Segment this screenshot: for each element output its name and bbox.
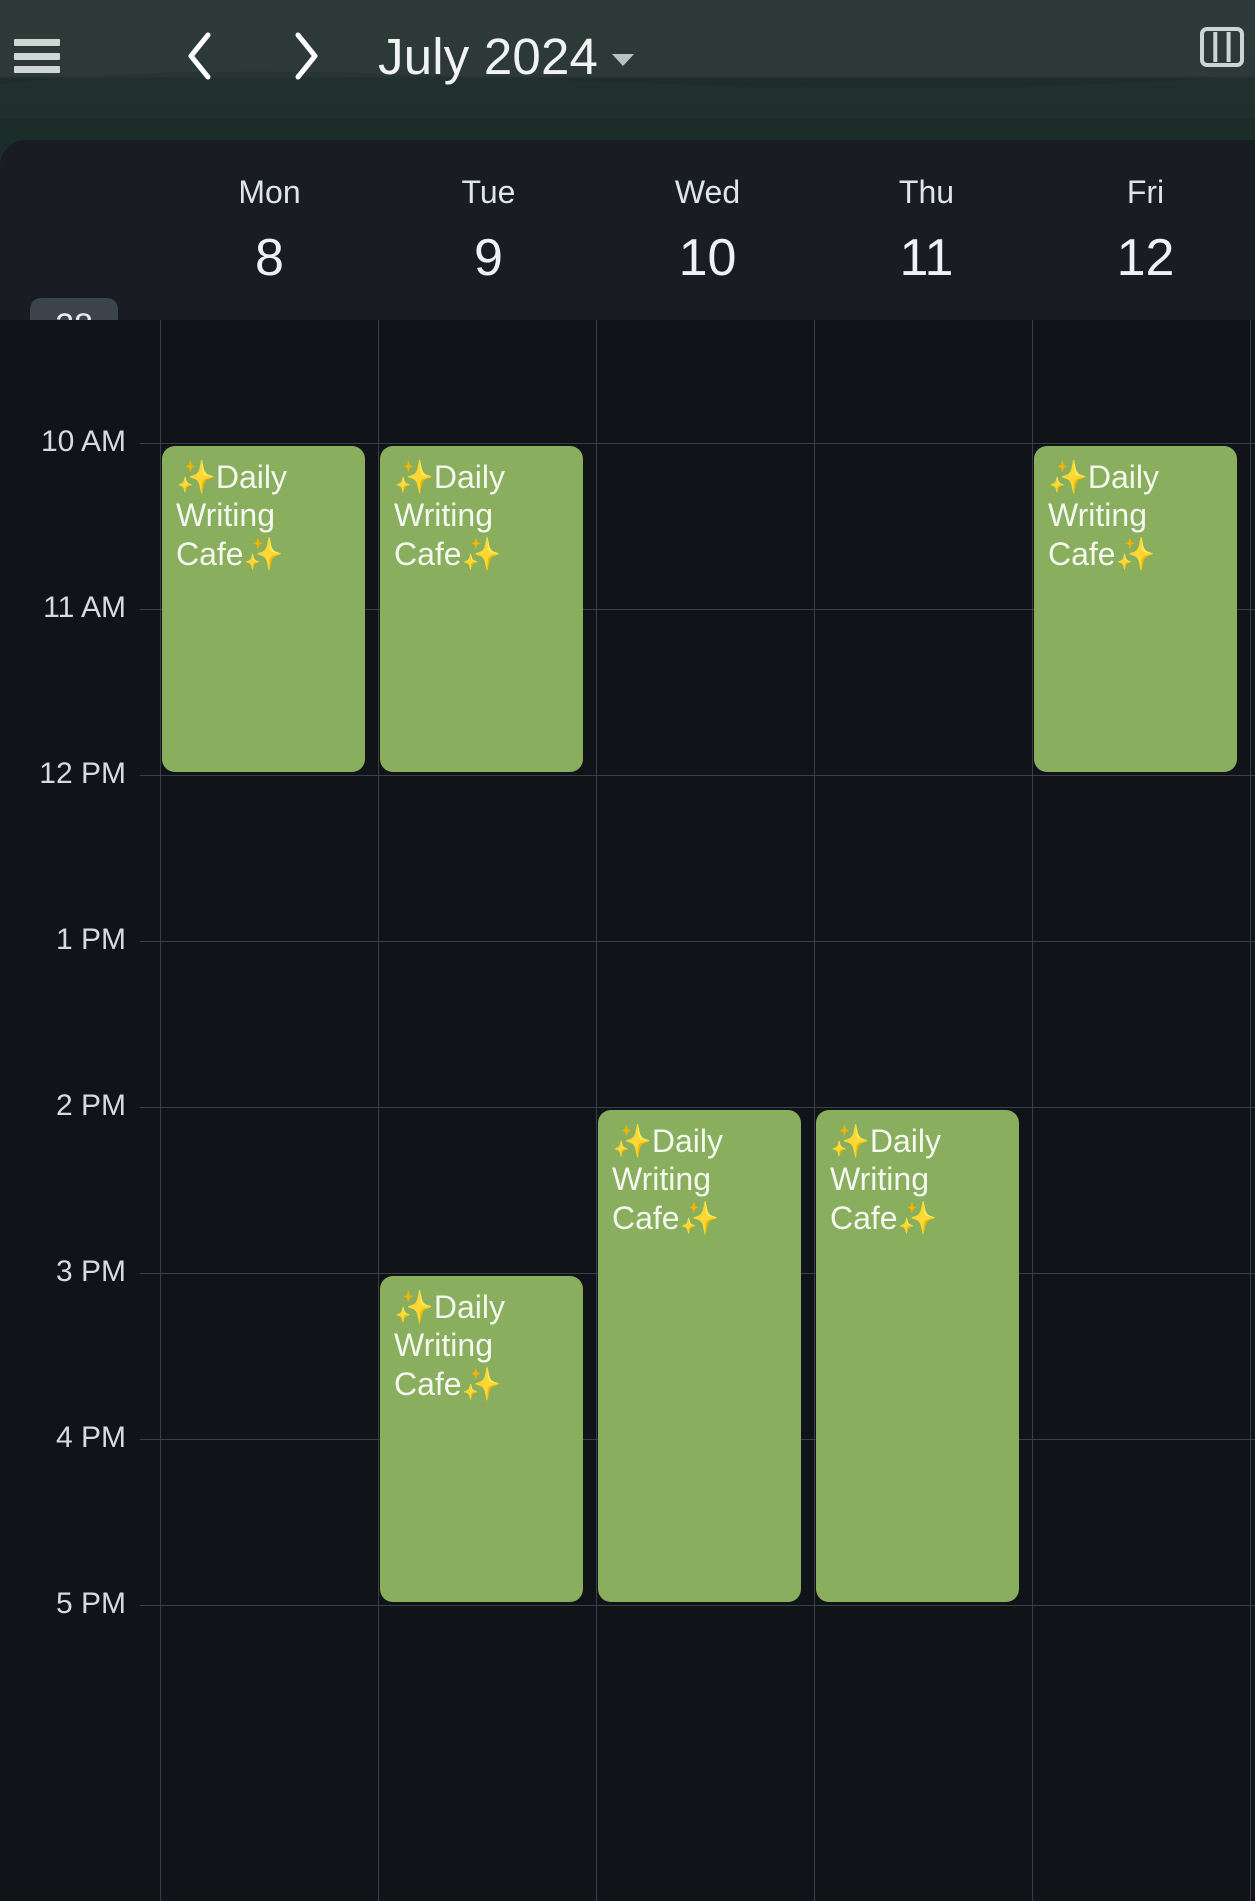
events-layer: ✨Daily Writing Cafe✨ ✨Daily Writing Cafe✨… — [0, 320, 1255, 1901]
calendar-event[interactable]: ✨Daily Writing Cafe✨ — [380, 446, 583, 772]
day-header-fri[interactable]: Fri 12 — [1036, 140, 1255, 320]
calendar-week-view: July 2024 28 Mon 8 Tue 9 Wed 10 — [0, 0, 1255, 1901]
calendar-event[interactable]: ✨Daily Writing Cafe✨ — [380, 1276, 583, 1602]
event-title: ✨Daily Writing Cafe✨ — [612, 1123, 723, 1236]
chevron-down-icon[interactable] — [612, 54, 635, 66]
page-title: July 2024 — [378, 27, 599, 85]
day-header-mon[interactable]: Mon 8 — [160, 140, 379, 320]
day-header-thu[interactable]: Thu 11 — [817, 140, 1036, 320]
day-number: 10 — [678, 229, 737, 287]
day-name: Thu — [898, 174, 955, 210]
day-number: 12 — [1116, 229, 1175, 287]
calendar-event[interactable]: ✨Daily Writing Cafe✨ — [598, 1110, 801, 1602]
day-columns-header: Mon 8 Tue 9 Wed 10 Thu 11 Fri 12 — [160, 140, 1255, 320]
day-name: Wed — [674, 174, 741, 210]
day-number: 9 — [474, 229, 503, 287]
day-name: Tue — [461, 174, 516, 210]
event-title: ✨Daily Writing Cafe✨ — [830, 1123, 941, 1236]
time-grid[interactable]: 10 AM 11 AM 12 PM 1 PM 2 PM 3 PM 4 PM 5 PM ✨Dai… — [0, 320, 1255, 1901]
event-title: ✨Daily Writing Cafe✨ — [394, 459, 505, 572]
month-year-selector[interactable]: July 2024 — [378, 27, 635, 85]
previous-week-button[interactable] — [172, 28, 228, 84]
day-number: 8 — [255, 229, 284, 287]
calendar-event[interactable]: ✨Daily Writing Cafe✨ — [1034, 446, 1237, 772]
day-name: Fri — [1126, 174, 1165, 210]
calendar-event[interactable]: ✨Daily Writing Cafe✨ — [162, 446, 365, 772]
event-title: ✨Daily Writing Cafe✨ — [1048, 459, 1159, 572]
event-title: ✨Daily Writing Cafe✨ — [176, 459, 287, 572]
day-name: Mon — [238, 174, 301, 210]
column-view-icon[interactable] — [1199, 24, 1245, 70]
next-week-button[interactable] — [278, 28, 334, 84]
hamburger-menu-icon[interactable] — [14, 39, 60, 73]
day-header-wed[interactable]: Wed 10 — [598, 140, 817, 320]
day-number: 11 — [899, 229, 954, 287]
event-title: ✨Daily Writing Cafe✨ — [394, 1289, 505, 1402]
calendar-event[interactable]: ✨Daily Writing Cafe✨ — [816, 1110, 1019, 1602]
day-header-tue[interactable]: Tue 9 — [379, 140, 598, 320]
